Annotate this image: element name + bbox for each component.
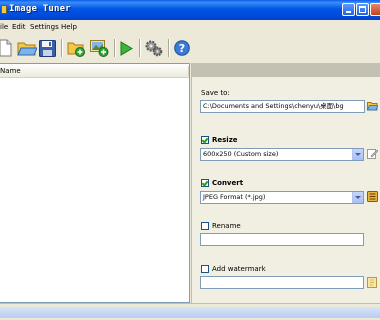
app-icon [1, 5, 7, 14]
menu-edit[interactable]: Edit [12, 23, 26, 31]
column-name-label: Name [0, 67, 21, 75]
column-divider[interactable] [188, 66, 189, 76]
save-to-field[interactable]: C:\Documents and Settings\chenyu\桌面\bg [200, 100, 365, 113]
rename-label: Rename [212, 222, 241, 230]
menu-bar: ile Edit Settings Help [0, 20, 380, 33]
resize-label: Resize [212, 136, 238, 144]
format-options-icon[interactable] [367, 191, 378, 202]
add-images-icon[interactable] [90, 39, 109, 57]
file-list[interactable]: Name [0, 63, 190, 303]
new-document-icon[interactable] [0, 39, 12, 57]
run-icon[interactable] [120, 41, 133, 56]
toolbar-separator [139, 39, 141, 57]
help-icon[interactable]: ? [174, 40, 190, 56]
watermark-checkbox[interactable] [201, 265, 209, 273]
settings-gears-icon[interactable] [145, 40, 163, 57]
toolbar-separator [114, 39, 116, 57]
resize-select-value: 600x250 (Custom size) [203, 150, 279, 158]
options-header [192, 63, 380, 77]
toolbar-separator [168, 39, 170, 57]
toolbar-separator [61, 39, 63, 57]
add-folder-icon[interactable] [67, 40, 86, 57]
watermark-label: Add watermark [212, 265, 266, 273]
convert-select[interactable]: JPEG Format (*.jpg) [200, 191, 364, 204]
menu-help[interactable]: Help [61, 23, 77, 31]
minimize-icon [346, 11, 351, 13]
menu-settings[interactable]: Settings [30, 23, 59, 31]
svg-text:?: ? [179, 42, 185, 55]
watermark-field[interactable] [200, 276, 364, 289]
browse-folder-icon[interactable] [367, 101, 378, 111]
chevron-down-icon[interactable] [352, 192, 363, 203]
menu-file[interactable]: ile [0, 23, 8, 31]
convert-label: Convert [212, 179, 244, 187]
resize-checkbox[interactable] [201, 136, 209, 144]
minimize-button[interactable] [342, 3, 355, 16]
resize-select[interactable]: 600x250 (Custom size) [200, 148, 364, 161]
status-bar [0, 307, 380, 318]
chevron-down-icon[interactable] [352, 149, 363, 160]
save-to-label: Save to: [201, 89, 230, 97]
convert-select-value: JPEG Format (*.jpg) [203, 193, 266, 201]
rename-checkbox[interactable] [201, 222, 209, 230]
close-button[interactable] [370, 3, 380, 16]
maximize-button[interactable] [356, 3, 369, 16]
list-column-header[interactable]: Name [0, 64, 189, 78]
options-panel: Save to: C:\Documents and Settings\cheny… [191, 63, 380, 303]
maximize-icon [359, 6, 366, 13]
toolbar: ? [0, 33, 380, 63]
window-title: Image Tuner [9, 4, 71, 14]
edit-size-icon[interactable] [367, 148, 378, 159]
rename-field[interactable] [200, 233, 364, 246]
open-folder-icon[interactable] [17, 40, 37, 56]
title-bar[interactable]: Image Tuner [0, 0, 380, 20]
status-strip [0, 303, 380, 320]
convert-checkbox[interactable] [201, 179, 209, 187]
watermark-options-icon[interactable] [367, 277, 378, 288]
save-icon[interactable] [39, 40, 56, 57]
